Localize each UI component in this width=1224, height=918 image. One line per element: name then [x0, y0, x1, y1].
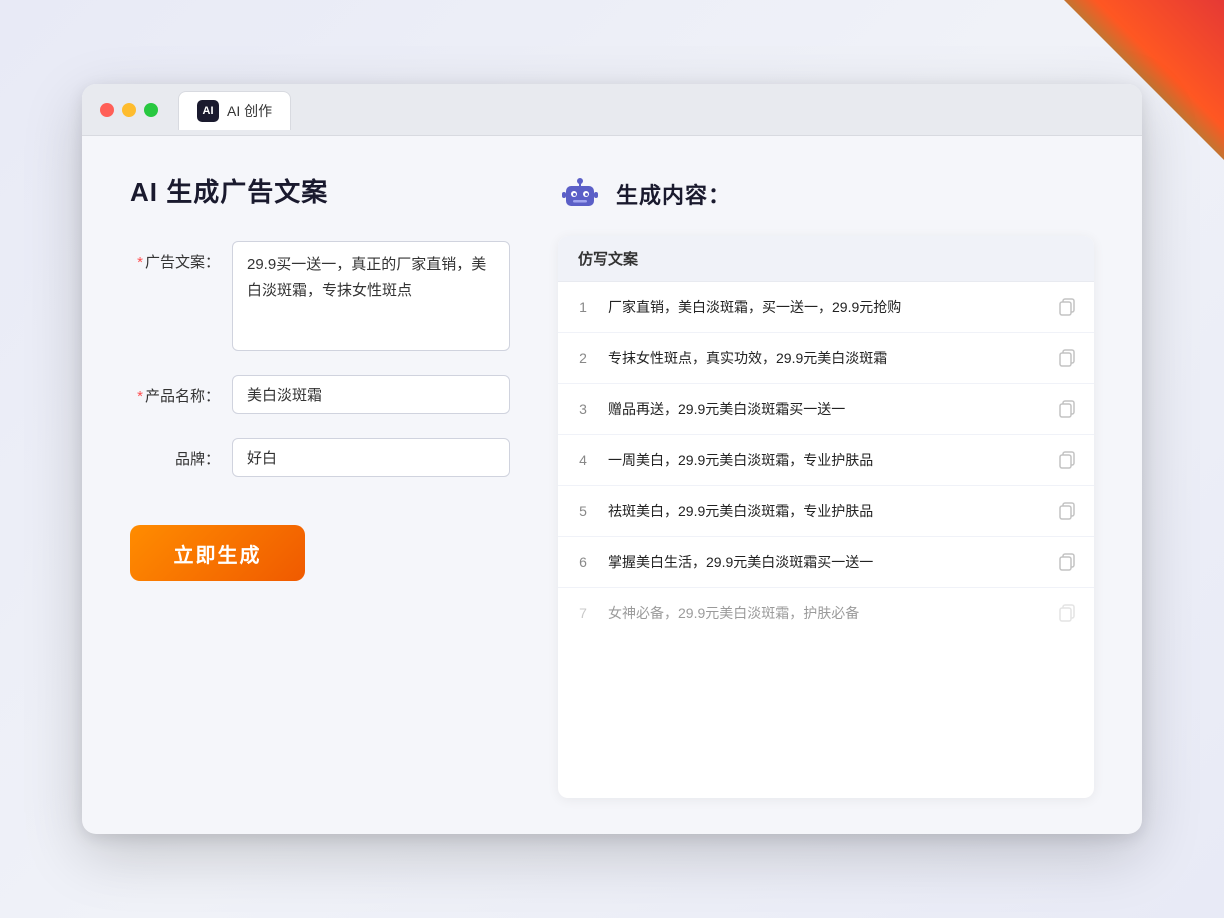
table-row: 6 掌握美白生活，29.9元美白淡斑霜买一送一 [558, 537, 1094, 588]
required-star-2: * [137, 388, 143, 405]
copy-icon[interactable] [1056, 551, 1078, 573]
main-content: AI 生成广告文案 *广告文案： *产品名称： 品牌： 立 [82, 136, 1142, 834]
copy-icon[interactable] [1056, 449, 1078, 471]
result-rows-container: 1 厂家直销，美白淡斑霜，买一送一，29.9元抢购 2 专抹女性斑点，真实功效，29… [558, 282, 1094, 638]
row-text: 专抹女性斑点，真实功效，29.9元美白淡斑霜 [608, 348, 1040, 369]
table-row: 3 赠品再送，29.9元美白淡斑霜买一送一 [558, 384, 1094, 435]
ad-copy-group: *广告文案： [130, 241, 510, 351]
maximize-button[interactable] [144, 103, 158, 117]
table-row: 5 祛斑美白，29.9元美白淡斑霜，专业护肤品 [558, 486, 1094, 537]
copy-icon[interactable] [1056, 602, 1078, 624]
brand-input[interactable] [232, 438, 510, 477]
traffic-lights [100, 103, 158, 117]
row-number: 5 [574, 503, 592, 519]
row-text: 女神必备，29.9元美白淡斑霜，护肤必备 [608, 603, 1040, 624]
title-bar: AI AI 创作 [82, 84, 1142, 136]
minimize-button[interactable] [122, 103, 136, 117]
robot-icon [558, 172, 602, 216]
table-row: 4 一周美白，29.9元美白淡斑霜，专业护肤品 [558, 435, 1094, 486]
product-name-input[interactable] [232, 375, 510, 414]
row-text: 掌握美白生活，29.9元美白淡斑霜买一送一 [608, 552, 1040, 573]
row-text: 祛斑美白，29.9元美白淡斑霜，专业护肤品 [608, 501, 1040, 522]
tab-label: AI 创作 [227, 101, 272, 121]
row-number: 2 [574, 350, 592, 366]
row-number: 3 [574, 401, 592, 417]
result-title: 生成内容： [616, 178, 731, 210]
result-header: 生成内容： [558, 172, 1094, 216]
row-number: 4 [574, 452, 592, 468]
product-name-label: *产品名称： [130, 375, 220, 406]
product-name-group: *产品名称： [130, 375, 510, 414]
close-button[interactable] [100, 103, 114, 117]
ad-copy-label: *广告文案： [130, 241, 220, 272]
result-table: 仿写文案 1 厂家直销，美白淡斑霜，买一送一，29.9元抢购 2 专抹女性斑点，真实… [558, 236, 1094, 798]
table-row: 2 专抹女性斑点，真实功效，29.9元美白淡斑霜 [558, 333, 1094, 384]
row-number: 7 [574, 605, 592, 621]
right-panel: 生成内容： 仿写文案 1 厂家直销，美白淡斑霜，买一送一，29.9元抢购 2 专抹女… [558, 172, 1094, 798]
row-text: 厂家直销，美白淡斑霜，买一送一，29.9元抢购 [608, 297, 1040, 318]
brand-group: 品牌： [130, 438, 510, 477]
table-row: 1 厂家直销，美白淡斑霜，买一送一，29.9元抢购 [558, 282, 1094, 333]
page-title: AI 生成广告文案 [130, 172, 510, 209]
copy-icon[interactable] [1056, 347, 1078, 369]
row-text: 一周美白，29.9元美白淡斑霜，专业护肤品 [608, 450, 1040, 471]
copy-icon[interactable] [1056, 296, 1078, 318]
table-header: 仿写文案 [558, 236, 1094, 282]
row-number: 1 [574, 299, 592, 315]
row-text: 赠品再送，29.9元美白淡斑霜买一送一 [608, 399, 1040, 420]
browser-window: AI AI 创作 AI 生成广告文案 *广告文案： *产品名称： [82, 84, 1142, 834]
table-row: 7 女神必备，29.9元美白淡斑霜，护肤必备 [558, 588, 1094, 638]
generate-button[interactable]: 立即生成 [130, 525, 305, 581]
required-star: * [137, 254, 143, 271]
tab-ai-creation[interactable]: AI AI 创作 [178, 91, 291, 130]
row-number: 6 [574, 554, 592, 570]
tab-icon: AI [197, 100, 219, 122]
copy-icon[interactable] [1056, 398, 1078, 420]
copy-icon[interactable] [1056, 500, 1078, 522]
brand-label: 品牌： [130, 438, 220, 469]
ad-copy-input[interactable] [232, 241, 510, 351]
left-panel: AI 生成广告文案 *广告文案： *产品名称： 品牌： 立 [130, 172, 510, 798]
